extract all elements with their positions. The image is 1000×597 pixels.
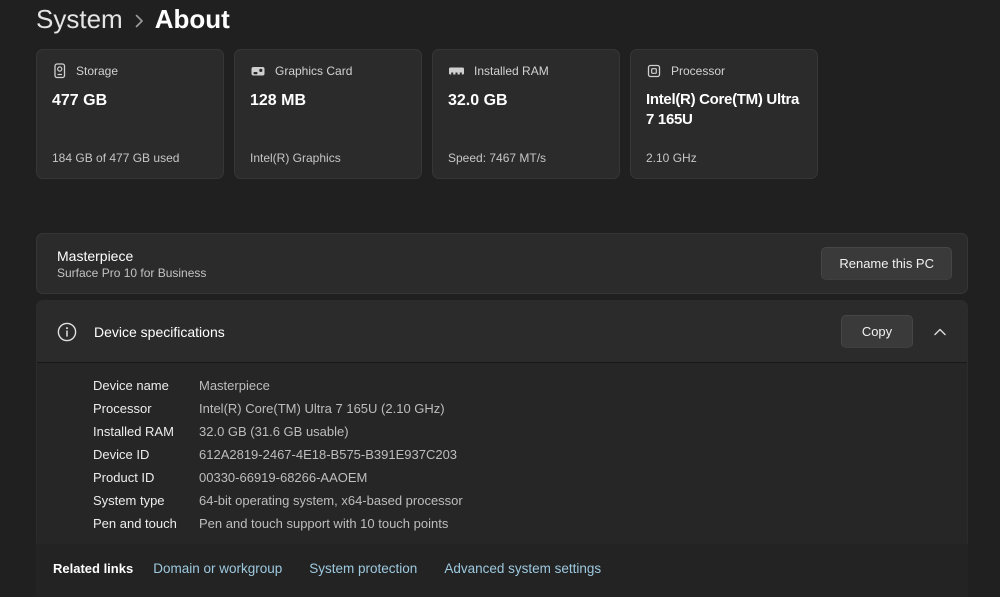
spec-value: 64-bit operating system, x64-based proce… (199, 493, 463, 508)
spec-row: Product ID 00330-66919-68266-AAOEM (93, 466, 967, 489)
spec-label: Device ID (93, 447, 150, 462)
device-name: Masterpiece (57, 247, 134, 264)
link-advanced-system-settings[interactable]: Advanced system settings (444, 561, 601, 576)
spec-value: 612A2819-2467-4E18-B575-B391E937C203 (199, 447, 458, 462)
rename-pc-button[interactable]: Rename this PC (821, 247, 952, 280)
related-links: Related links Domain or workgroup System… (53, 555, 628, 581)
card-label: Processor (671, 64, 726, 78)
spec-value: Pen and touch support with 10 touch poin… (199, 516, 449, 531)
processor-card: Processor Intel(R) Core(TM) Ultra 7 165U… (630, 49, 818, 179)
card-caption: 184 GB of 477 GB used (52, 151, 180, 165)
spec-label: Product ID (93, 470, 155, 485)
device-specifications-expander: Device specifications Copy Device name M… (36, 300, 968, 549)
link-system-protection[interactable]: System protection (309, 561, 417, 576)
card-label: Installed RAM (474, 64, 549, 78)
spec-row: System type 64-bit operating system, x64… (93, 489, 967, 512)
spec-label: Device name (93, 378, 169, 393)
device-specifications-title: Device specifications (94, 323, 225, 340)
breadcrumb-about: About (154, 3, 230, 34)
spec-value: Intel(R) Core(TM) Ultra 7 165U (2.10 GHz… (199, 401, 445, 416)
device-specifications-body: Device name Masterpiece Processor Intel(… (37, 362, 967, 548)
card-value: 477 GB (52, 92, 108, 109)
device-model: Surface Pro 10 for Business (57, 265, 207, 280)
card-value: 32.0 GB (448, 92, 508, 109)
card-caption: Intel(R) Graphics (250, 151, 341, 165)
card-value: Intel(R) Core(TM) Ultra 7 165U (646, 91, 800, 128)
chevron-up-icon[interactable] (930, 324, 950, 340)
settings-about-page: System About Storage 477 GB 184 GB of 47… (0, 0, 1000, 597)
graphics-card: Graphics Card 128 MB Intel(R) Graphics (234, 49, 422, 179)
spec-row: Device ID 612A2819-2467-4E18-B575-B391E9… (93, 443, 967, 466)
card-caption: 2.10 GHz (646, 151, 697, 165)
storage-icon (52, 63, 67, 79)
related-links-label: Related links (53, 560, 134, 576)
ram-icon (448, 63, 465, 79)
card-label: Graphics Card (275, 64, 353, 78)
card-caption: Speed: 7467 MT/s (448, 151, 547, 165)
link-domain-or-workgroup[interactable]: Domain or workgroup (153, 561, 282, 576)
spec-row: Pen and touch Pen and touch support with… (93, 512, 967, 535)
ram-card: Installed RAM 32.0 GB Speed: 7467 MT/s (432, 49, 620, 179)
spec-label: System type (93, 493, 165, 508)
card-value: 128 MB (250, 92, 307, 109)
spec-row: Installed RAM 32.0 GB (31.6 GB usable) (93, 420, 967, 443)
spec-value: Masterpiece (199, 378, 270, 393)
spec-label: Installed RAM (93, 424, 174, 439)
device-name-panel: Masterpiece Surface Pro 10 for Business … (36, 233, 968, 294)
spec-value: 32.0 GB (31.6 GB usable) (199, 424, 349, 439)
info-cards: Storage 477 GB 184 GB of 477 GB used Gra… (36, 49, 818, 179)
gpu-icon (250, 63, 266, 79)
breadcrumb-system[interactable]: System (36, 4, 123, 35)
copy-button[interactable]: Copy (841, 315, 913, 348)
breadcrumb: System About (36, 0, 230, 38)
spec-label: Processor (93, 401, 152, 416)
device-specifications-header[interactable]: Device specifications Copy (37, 301, 967, 362)
spec-row: Processor Intel(R) Core(TM) Ultra 7 165U… (93, 397, 967, 420)
card-label: Storage (76, 64, 119, 78)
spec-row: Device name Masterpiece (93, 374, 967, 397)
processor-icon (646, 63, 662, 79)
storage-card: Storage 477 GB 184 GB of 477 GB used (36, 49, 224, 179)
spec-value: 00330-66919-68266-AAOEM (199, 470, 368, 485)
spec-label: Pen and touch (93, 516, 177, 531)
chevron-right-icon (134, 13, 144, 29)
info-icon (57, 322, 77, 342)
